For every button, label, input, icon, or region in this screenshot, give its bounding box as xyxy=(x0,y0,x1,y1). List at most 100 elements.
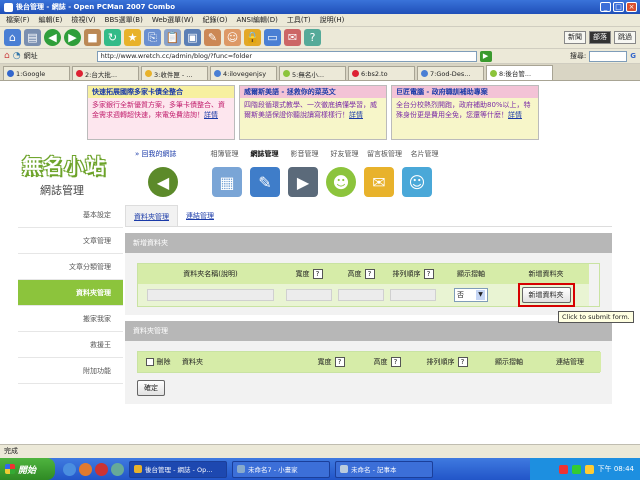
help-icon[interactable]: ? xyxy=(304,29,321,46)
copy-icon[interactable]: ⎘ xyxy=(144,29,161,46)
browser-tab[interactable]: 3:收件匣 - ... xyxy=(141,66,208,80)
sidebar-item-basic-settings[interactable]: 基本設定 xyxy=(18,202,123,228)
add-folder-button[interactable]: 新增資料夾 xyxy=(521,287,571,303)
volume-icon[interactable] xyxy=(584,464,594,474)
maximize-button[interactable]: □ xyxy=(613,2,624,12)
show-fold-select[interactable]: 否 ▼ xyxy=(454,288,488,302)
menu-edit[interactable]: 編輯(E) xyxy=(39,15,63,25)
nav-guestbook[interactable]: 留言板管理 xyxy=(365,149,405,159)
help-icon[interactable]: ? xyxy=(423,269,434,279)
sidebar-item-rescue[interactable]: 救援王 xyxy=(18,332,123,358)
tray-icon[interactable] xyxy=(558,464,568,474)
menu-web[interactable]: Web選單(W) xyxy=(152,15,194,25)
menu-view[interactable]: 檢視(V) xyxy=(71,15,95,25)
nav-namecard[interactable]: 名片管理 xyxy=(405,149,445,159)
menu-log[interactable]: 紀錄(O) xyxy=(203,15,228,25)
blog-icon[interactable]: ✎ xyxy=(250,167,280,197)
menu-file[interactable]: 檔案(F) xyxy=(6,15,30,25)
guestbook-icon[interactable]: ✉ xyxy=(364,167,394,197)
browser-tab-active[interactable]: 8:後台管... xyxy=(486,65,553,80)
go-button[interactable]: ▶ xyxy=(479,50,492,62)
note-icon[interactable]: ✉ xyxy=(284,29,301,46)
desktop-icon[interactable] xyxy=(111,462,124,476)
tab-folder-management[interactable]: 資料夾管理 xyxy=(125,205,178,226)
browser-tab[interactable]: 6:bs2.to xyxy=(348,66,415,80)
nav-album[interactable]: 相簿管理 xyxy=(205,149,245,159)
confirm-button[interactable]: 確定 xyxy=(137,380,165,396)
help-icon[interactable]: ? xyxy=(334,357,345,367)
back-arrow-icon[interactable]: ◀ xyxy=(148,167,178,197)
taskbar-item-notepad[interactable]: 未命名 - 記事本 xyxy=(335,460,433,478)
history-icon[interactable]: ◔ xyxy=(13,51,21,61)
skip-button[interactable]: 跳過 xyxy=(614,31,636,44)
video-icon[interactable]: ▶ xyxy=(288,167,318,197)
nav-video[interactable]: 影音管理 xyxy=(285,149,325,159)
paste-icon[interactable]: 📋 xyxy=(164,29,181,46)
url-input[interactable]: http://www.wretch.cc/admin/blog/?func=fo… xyxy=(96,50,477,62)
opera-icon[interactable] xyxy=(95,462,108,476)
news-button[interactable]: 新聞 xyxy=(564,31,586,44)
ad-link[interactable]: 詳情 xyxy=(349,111,363,119)
namecard-icon[interactable]: ☺ xyxy=(402,167,432,197)
help-icon[interactable]: ? xyxy=(312,269,323,279)
sidebar-item-folders[interactable]: 資料夾管理 xyxy=(18,280,123,306)
taskbar-item-browser[interactable]: 後台管理 - 網誌 - Op... xyxy=(129,460,227,478)
page-icon[interactable]: ▤ xyxy=(24,29,41,46)
google-icon[interactable]: G xyxy=(630,52,636,60)
start-button[interactable]: 開始 xyxy=(0,458,55,480)
back-to-blog-link[interactable]: » 回我的網誌 xyxy=(135,149,177,159)
nav-friends[interactable]: 好友管理 xyxy=(325,149,365,159)
edit-icon[interactable]: ✎ xyxy=(204,29,221,46)
ad-link[interactable]: 詳情 xyxy=(508,111,522,119)
blog-button[interactable]: 部落 xyxy=(589,31,611,44)
menu-ansi[interactable]: ANSI編輯(D) xyxy=(237,15,278,25)
sidebar-item-addons[interactable]: 附加功能 xyxy=(18,358,123,384)
favorites-icon[interactable]: ★ xyxy=(124,29,141,46)
select-all-checkbox[interactable] xyxy=(145,358,154,366)
help-icon[interactable]: ? xyxy=(364,269,375,279)
emoticon-icon[interactable]: ☺ xyxy=(224,29,241,46)
nav-blog[interactable]: 網誌管理 xyxy=(245,149,285,159)
sidebar-item-articles[interactable]: 文章管理 xyxy=(18,228,123,254)
friends-icon[interactable]: ☻ xyxy=(326,167,356,197)
width-input[interactable] xyxy=(286,289,332,301)
menu-help[interactable]: 說明(H) xyxy=(320,15,345,25)
menu-bbs[interactable]: BBS選單(B) xyxy=(105,15,143,25)
ie-icon[interactable] xyxy=(63,462,76,476)
sidebar-item-categories[interactable]: 文章分類管理 xyxy=(18,254,123,280)
back-icon[interactable]: ◀ xyxy=(44,29,61,46)
menu-tools[interactable]: 工具(T) xyxy=(287,15,311,25)
site-logo[interactable]: 無名小站 網誌管理 xyxy=(22,150,122,200)
save-icon[interactable]: ▣ xyxy=(184,29,201,46)
minimize-button[interactable]: _ xyxy=(600,2,611,12)
sidebar-item-move[interactable]: 搬家我家 xyxy=(18,306,123,332)
folder-name-input[interactable] xyxy=(146,289,275,301)
forward-icon[interactable]: ▶ xyxy=(64,29,81,46)
window-icon[interactable]: ▭ xyxy=(264,29,281,46)
stop-icon[interactable]: ■ xyxy=(84,29,101,46)
ad-link[interactable]: 詳情 xyxy=(204,111,218,119)
browser-tab[interactable]: 5:無名小... xyxy=(279,66,346,80)
browser-tab[interactable]: 7:God-Des... xyxy=(417,66,484,80)
help-icon[interactable]: ? xyxy=(457,357,468,367)
connect-icon[interactable]: ⌂ xyxy=(4,29,21,46)
taskbar-item-paint[interactable]: 未命名7 - 小畫家 xyxy=(232,460,330,478)
home-icon[interactable]: ⌂ xyxy=(4,51,10,61)
lock-icon[interactable]: 🔒 xyxy=(244,29,261,46)
browser-tab[interactable]: 1:Google xyxy=(3,66,70,80)
browser-tab[interactable]: 4:ilovegenjsy xyxy=(210,66,277,80)
tray-icon[interactable] xyxy=(571,464,581,474)
help-icon[interactable]: ? xyxy=(390,357,401,367)
close-button[interactable]: × xyxy=(626,2,637,12)
ad-banner[interactable]: 威爾斯美語 - 拯救你的菜英文 四階段循環式教學、一次徹底搞懂學習，威爾斯美語保… xyxy=(239,85,387,140)
browser-tab[interactable]: 2:台大批... xyxy=(72,66,139,80)
refresh-icon[interactable]: ↻ xyxy=(104,29,121,46)
search-input[interactable] xyxy=(589,50,628,62)
firefox-icon[interactable] xyxy=(79,462,92,476)
order-input[interactable] xyxy=(390,289,436,301)
ad-banner[interactable]: 快速拓展國際多家卡債全整合 多家銀行全新優質方案，多筆卡債整合、資金需求週轉超快… xyxy=(87,85,235,140)
album-icon[interactable]: ▦ xyxy=(212,167,242,197)
tab-link-management[interactable]: 連結管理 xyxy=(178,205,222,226)
ad-banner[interactable]: 巨匠電腦 - 政府職訓補助專案 全台分校熱烈開跑，政府補助80%以上，特殊身份更… xyxy=(391,85,539,140)
height-input[interactable] xyxy=(338,289,384,301)
